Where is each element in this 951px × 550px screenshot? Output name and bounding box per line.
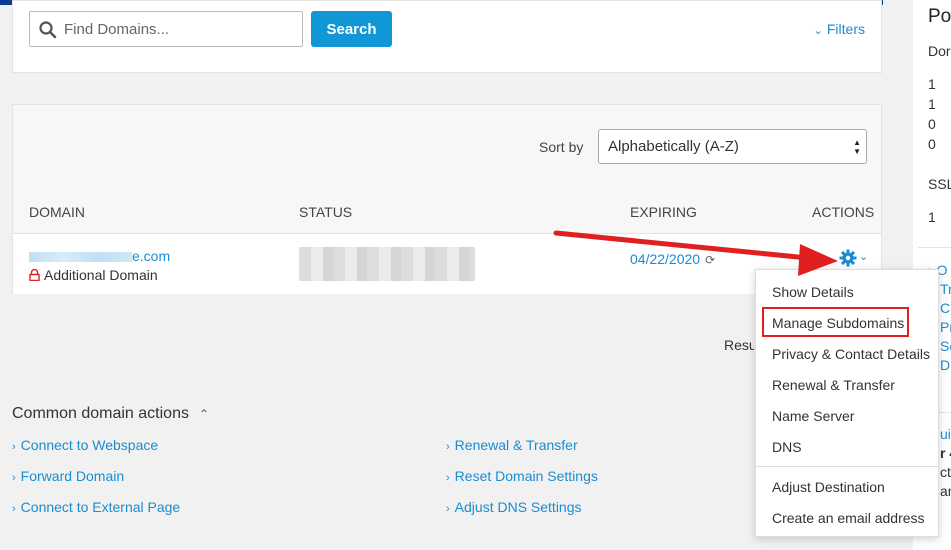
- sort-label: Sort by: [539, 139, 584, 155]
- common-actions-title[interactable]: Common domain actions ⌃: [12, 405, 209, 423]
- chevron-right-icon: ›: [12, 472, 16, 484]
- panel-link[interactable]: D: [940, 357, 950, 373]
- panel-count: 1: [928, 76, 936, 92]
- filters-toggle[interactable]: ⌄ Filters: [814, 21, 865, 37]
- renewal-transfer-link[interactable]: › Renewal & Transfer: [446, 437, 578, 453]
- ssl-count: 1: [928, 209, 936, 225]
- chevron-right-icon: ›: [446, 441, 450, 453]
- search-icon: [39, 21, 57, 39]
- expiry-date[interactable]: 04/22/2020 ⟳: [630, 251, 715, 267]
- blurred-domain-prefix: [29, 252, 132, 263]
- lock-icon: [29, 269, 40, 281]
- ssl-label: SSL: [928, 176, 951, 192]
- menu-item-privacy-contact[interactable]: Privacy & Contact Details: [772, 346, 930, 362]
- menu-divider: [756, 466, 938, 467]
- search-button[interactable]: Search: [311, 11, 392, 47]
- blurred-status: [299, 247, 475, 281]
- column-header-status[interactable]: STATUS: [299, 204, 352, 220]
- connect-to-external-page-link[interactable]: › Connect to External Page: [12, 499, 180, 515]
- panel-link[interactable]: Tr: [940, 281, 951, 297]
- filters-label: Filters: [826, 21, 865, 37]
- column-header-domain[interactable]: DOMAIN: [29, 204, 85, 220]
- chevron-right-icon: ›: [12, 441, 16, 453]
- menu-item-adjust-destination[interactable]: Adjust Destination: [772, 479, 885, 495]
- search-panel: Search ⌄Filters: [12, 0, 882, 73]
- panel-text: ct: [940, 464, 951, 480]
- panel-count: 0: [928, 116, 936, 132]
- results-label: Resul: [724, 337, 754, 353]
- search-input[interactable]: [64, 12, 298, 46]
- chevron-down-icon: ⌄: [813, 25, 823, 37]
- panel-text: r 4: [940, 445, 951, 461]
- panel-count: 0: [928, 136, 936, 152]
- panel-link[interactable]: Se: [940, 338, 951, 354]
- sort-value: Alphabetically (A-Z): [608, 138, 739, 155]
- panel-divider: [918, 247, 951, 248]
- reset-domain-settings-link[interactable]: › Reset Domain Settings: [446, 468, 598, 484]
- connect-to-webspace-link[interactable]: › Connect to Webspace: [12, 437, 158, 453]
- forward-domain-link[interactable]: › Forward Domain: [12, 468, 124, 484]
- panel-link[interactable]: Pr: [940, 319, 951, 335]
- menu-item-dns[interactable]: DNS: [772, 439, 802, 455]
- search-box[interactable]: [29, 11, 303, 47]
- table-row: e.com Additional Domain 04/22/2020 ⟳ ⌄: [13, 233, 881, 294]
- chevron-right-icon: ›: [446, 472, 450, 484]
- panel-title: Po: [928, 6, 951, 27]
- column-header-expiring[interactable]: EXPIRING: [630, 204, 697, 220]
- panel-subtitle: Dor: [928, 43, 951, 59]
- menu-item-renewal-transfer[interactable]: Renewal & Transfer: [772, 377, 895, 393]
- auto-renew-icon: ⟳: [705, 253, 716, 267]
- actions-menu-button[interactable]: ⌄: [839, 249, 869, 269]
- domain-list-panel: Sort by Alphabetically (A-Z) ▲ ▼ DOMAIN S…: [12, 104, 882, 294]
- menu-item-name-server[interactable]: Name Server: [772, 408, 854, 424]
- panel-text: and: [940, 483, 951, 499]
- panel-link[interactable]: Cr: [940, 300, 951, 316]
- menu-item-create-email[interactable]: Create an email address: [772, 510, 925, 526]
- adjust-dns-settings-link[interactable]: › Adjust DNS Settings: [446, 499, 582, 515]
- chevron-right-icon: ›: [446, 503, 450, 515]
- chevron-right-icon: ›: [12, 503, 16, 515]
- domain-type: Additional Domain: [29, 267, 158, 283]
- menu-item-show-details[interactable]: Show Details: [772, 284, 854, 300]
- chevron-down-icon: ⌄: [859, 251, 869, 263]
- gear-icon: [839, 249, 857, 267]
- domain-name-link[interactable]: e.com: [29, 248, 170, 264]
- sort-select[interactable]: Alphabetically (A-Z) ▲ ▼: [598, 129, 867, 164]
- panel-text: uic: [940, 426, 951, 442]
- column-header-actions: ACTIONS: [812, 204, 875, 220]
- panel-count: 1: [928, 96, 936, 112]
- select-arrows-icon: ▲ ▼: [853, 138, 861, 156]
- highlight-box: [762, 307, 909, 337]
- chevron-up-icon: ⌃: [198, 407, 210, 421]
